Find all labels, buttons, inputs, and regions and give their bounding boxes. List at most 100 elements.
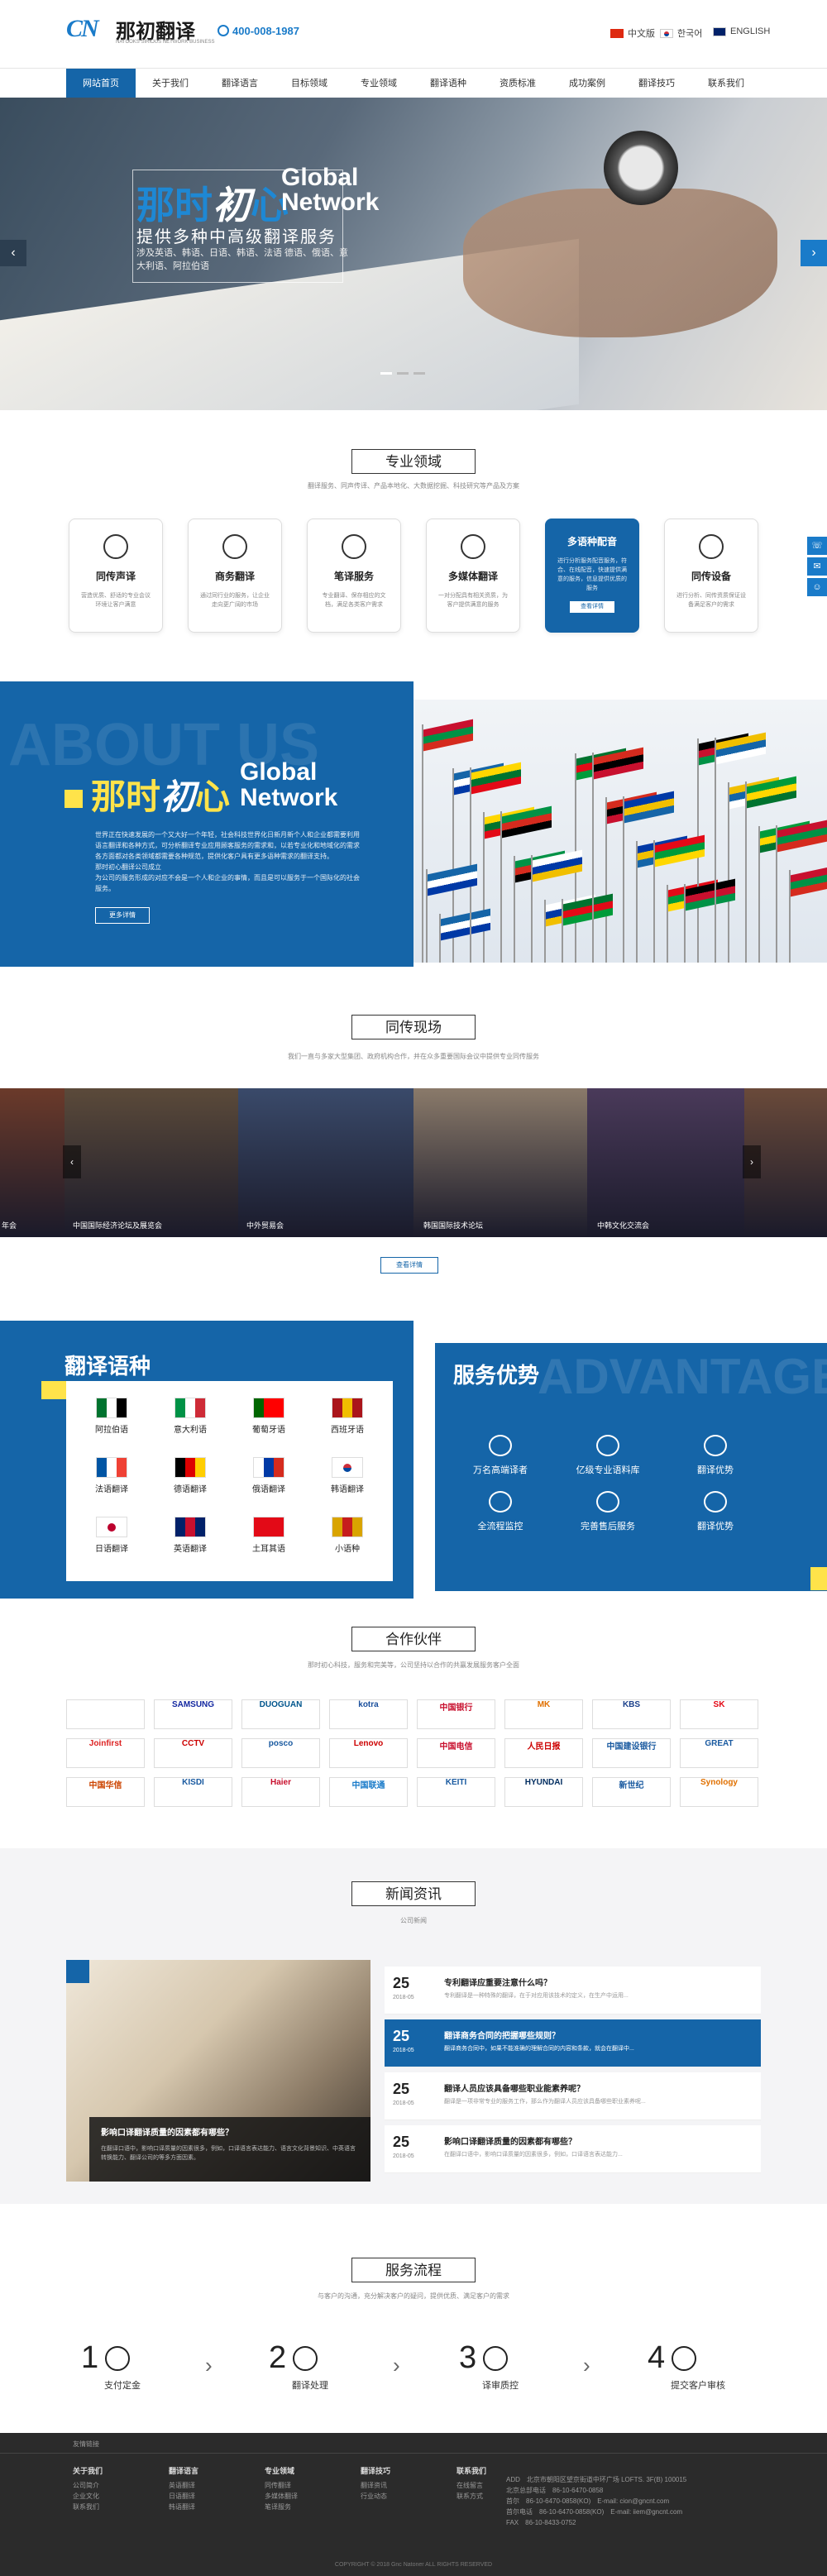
live-photo[interactable] — [414, 1088, 587, 1237]
live-photo[interactable] — [587, 1088, 744, 1237]
contact-email[interactable]: cion@gncnt.com — [619, 2497, 669, 2505]
live-photo[interactable] — [238, 1088, 414, 1237]
footer-link[interactable]: 笔译服务 — [265, 2502, 298, 2512]
partner-logo[interactable]: Haier — [241, 1777, 320, 1807]
news-item[interactable]: 25 2018-05 翻译人员应该具备哪些职业能素养呢？ 翻译是一项非常专业的服务工作… — [385, 2072, 761, 2120]
footer-link[interactable]: 公司简介 — [73, 2480, 103, 2491]
news-item[interactable]: 25 2018-05 翻译商务合同的把握哪些规则？ 翻译商务合同中，如果不能准确的理解… — [385, 2019, 761, 2067]
nav-item[interactable]: 成功案例 — [552, 69, 622, 98]
language-item[interactable]: 德语翻译 — [161, 1457, 219, 1494]
footer-link[interactable]: 联系方式 — [457, 2491, 486, 2502]
partner-logo[interactable]: MK — [504, 1699, 583, 1729]
partner-logo[interactable]: 中国建设银行 — [592, 1738, 671, 1768]
partner-logo[interactable]: posco — [241, 1738, 320, 1768]
footer-link[interactable]: 同传翻译 — [265, 2480, 298, 2491]
partner-logo[interactable] — [66, 1699, 145, 1729]
footer-link[interactable]: 多媒体翻译 — [265, 2491, 298, 2502]
nav-item[interactable]: 网站首页 — [66, 69, 136, 98]
lang-korean[interactable]: 한국어 — [660, 26, 702, 40]
news-featured-caption[interactable]: 影响口译翻译质量的因素都有哪些？ 在翻译口语中，影响口译质量的因素很多，例如，口… — [89, 2117, 370, 2182]
news-item[interactable]: 25 2018-05 专利翻译应重要注意什么吗？ 专利翻译是一种特殊的翻译，在于对应用… — [385, 1967, 761, 2014]
hero-next-arrow-icon[interactable]: › — [801, 240, 827, 266]
partner-logo[interactable]: DUOGUAN — [241, 1699, 320, 1729]
language-item[interactable]: 俄语翻译 — [240, 1457, 298, 1494]
partner-logo[interactable]: KEITI — [417, 1777, 495, 1807]
wechat-icon[interactable]: ☺ — [807, 578, 827, 596]
nav-item[interactable]: 翻译语种 — [414, 69, 483, 98]
partner-logo[interactable]: CCTV — [154, 1738, 232, 1768]
partner-logo[interactable]: KBS — [592, 1699, 671, 1729]
partner-logo[interactable]: 中国联通 — [329, 1777, 408, 1807]
contact-label: ADD — [506, 2476, 520, 2483]
hero-prev-arrow-icon[interactable]: ‹ — [0, 240, 26, 266]
partner-logo[interactable]: 中国电信 — [417, 1738, 495, 1768]
nav-item[interactable]: 翻译语言 — [205, 69, 275, 98]
live-more-button[interactable]: 查看详情 — [380, 1257, 438, 1274]
language-item[interactable]: 小语种 — [318, 1517, 376, 1554]
hero-dot[interactable] — [414, 372, 425, 375]
language-item[interactable]: 日语翻译 — [83, 1517, 141, 1554]
language-item[interactable]: 阿拉伯语 — [83, 1398, 141, 1435]
live-prev-arrow-icon[interactable]: ‹ — [63, 1145, 81, 1178]
service-name: 多媒体翻译 — [447, 571, 498, 582]
about-more-button[interactable]: 更多详情 — [95, 907, 150, 924]
footer-link[interactable]: 韩语翻译 — [169, 2502, 198, 2512]
language-item[interactable]: 法语翻译 — [83, 1457, 141, 1494]
service-card[interactable]: 多语种配音 进行分析服务配音服务，符合、在线配音，快速提供满意的服务，信息提供优质… — [545, 519, 639, 633]
footer-link[interactable]: 行业动态 — [361, 2491, 390, 2502]
service-card[interactable]: 商务翻译 通过同行业的服务，让企业走向更广阔的市场 — [188, 519, 282, 633]
service-card[interactable]: 多媒体翻译 一对分配具有相关资质，为客户提供满意的服务 — [426, 519, 520, 633]
partner-logo[interactable]: HYUNDAI — [504, 1777, 583, 1807]
language-item[interactable]: 意大利语 — [161, 1398, 219, 1435]
korea-dot — [343, 1464, 351, 1472]
step-icon — [483, 2345, 509, 2371]
language-item[interactable]: 英语翻译 — [161, 1517, 219, 1554]
partner-logo[interactable]: kotra — [329, 1699, 408, 1729]
partner-logo[interactable]: GREAT — [680, 1738, 758, 1768]
partner-logo[interactable]: 人民日报 — [504, 1738, 583, 1768]
service-card[interactable]: 笔译服务 专业翻译、保存相应的文档，满足各类客户需求 — [307, 519, 401, 633]
nav-item[interactable]: 资质标准 — [483, 69, 552, 98]
lang-chinese[interactable]: 中文版 — [610, 26, 655, 40]
language-item[interactable]: 西班牙语 — [318, 1398, 376, 1435]
partner-logo[interactable]: Joinfirst — [66, 1738, 145, 1768]
partner-logo[interactable]: 新世纪 — [592, 1777, 671, 1807]
live-photo[interactable] — [0, 1088, 65, 1237]
news-item[interactable]: 25 2018-05 影响口译翻译质量的因素都有哪些？ 在翻译口语中，影响口译质量的因… — [385, 2125, 761, 2173]
hero-dot[interactable] — [397, 372, 409, 375]
language-item[interactable]: 土耳其语 — [240, 1517, 298, 1554]
service-card[interactable]: 同传声译 营造优质、舒适的专业会议环境让客户满意 — [69, 519, 163, 633]
specialty-title: 专业领域 — [351, 449, 476, 474]
contact-email[interactable]: iiem@gncnt.com — [633, 2508, 682, 2516]
qq-icon[interactable]: ☏ — [807, 537, 827, 555]
footer-link[interactable]: 日语翻译 — [169, 2491, 198, 2502]
partner-logo[interactable]: KISDI — [154, 1777, 232, 1807]
footer-link[interactable]: 翻译资讯 — [361, 2480, 390, 2491]
footer-link[interactable]: 联系我们 — [73, 2502, 103, 2512]
live-photo[interactable] — [65, 1088, 238, 1237]
partner-logo[interactable]: 中国银行 — [417, 1699, 495, 1729]
nav-item[interactable]: 联系我们 — [691, 69, 761, 98]
footer-link[interactable]: 在线留言 — [457, 2480, 486, 2491]
hero-dot[interactable] — [380, 372, 392, 375]
footer-link[interactable]: 企业文化 — [73, 2491, 103, 2502]
footer-link[interactable]: 英语翻译 — [169, 2480, 198, 2491]
partner-logo[interactable]: Synology — [680, 1777, 758, 1807]
language-item[interactable]: 葡萄牙语 — [240, 1398, 298, 1435]
process-subtitle: 与客户的沟通，充分解决客户的疑问，提供优质、满足客户的需求 — [318, 2292, 509, 2300]
partner-logo[interactable]: SK — [680, 1699, 758, 1729]
logo-mark[interactable]: CN — [66, 15, 112, 43]
live-next-arrow-icon[interactable]: › — [743, 1145, 761, 1178]
lang-english[interactable]: ENGLISH — [713, 26, 770, 36]
service-more-button[interactable]: 查看详情 — [570, 601, 614, 613]
nav-item[interactable]: 关于我们 — [136, 69, 205, 98]
nav-item[interactable]: 目标领域 — [275, 69, 344, 98]
service-card[interactable]: 同传设备 进行分析、同传资质保证设备满足客户的需求 — [664, 519, 758, 633]
partner-logo[interactable]: 中国华信 — [66, 1777, 145, 1807]
mail-icon[interactable]: ✉ — [807, 557, 827, 576]
language-item[interactable]: 韩语翻译 — [318, 1457, 376, 1494]
nav-item[interactable]: 翻译技巧 — [622, 69, 691, 98]
partner-logo[interactable]: Lenovo — [329, 1738, 408, 1768]
nav-item[interactable]: 专业领域 — [344, 69, 414, 98]
partner-logo[interactable]: SAMSUNG — [154, 1699, 232, 1729]
